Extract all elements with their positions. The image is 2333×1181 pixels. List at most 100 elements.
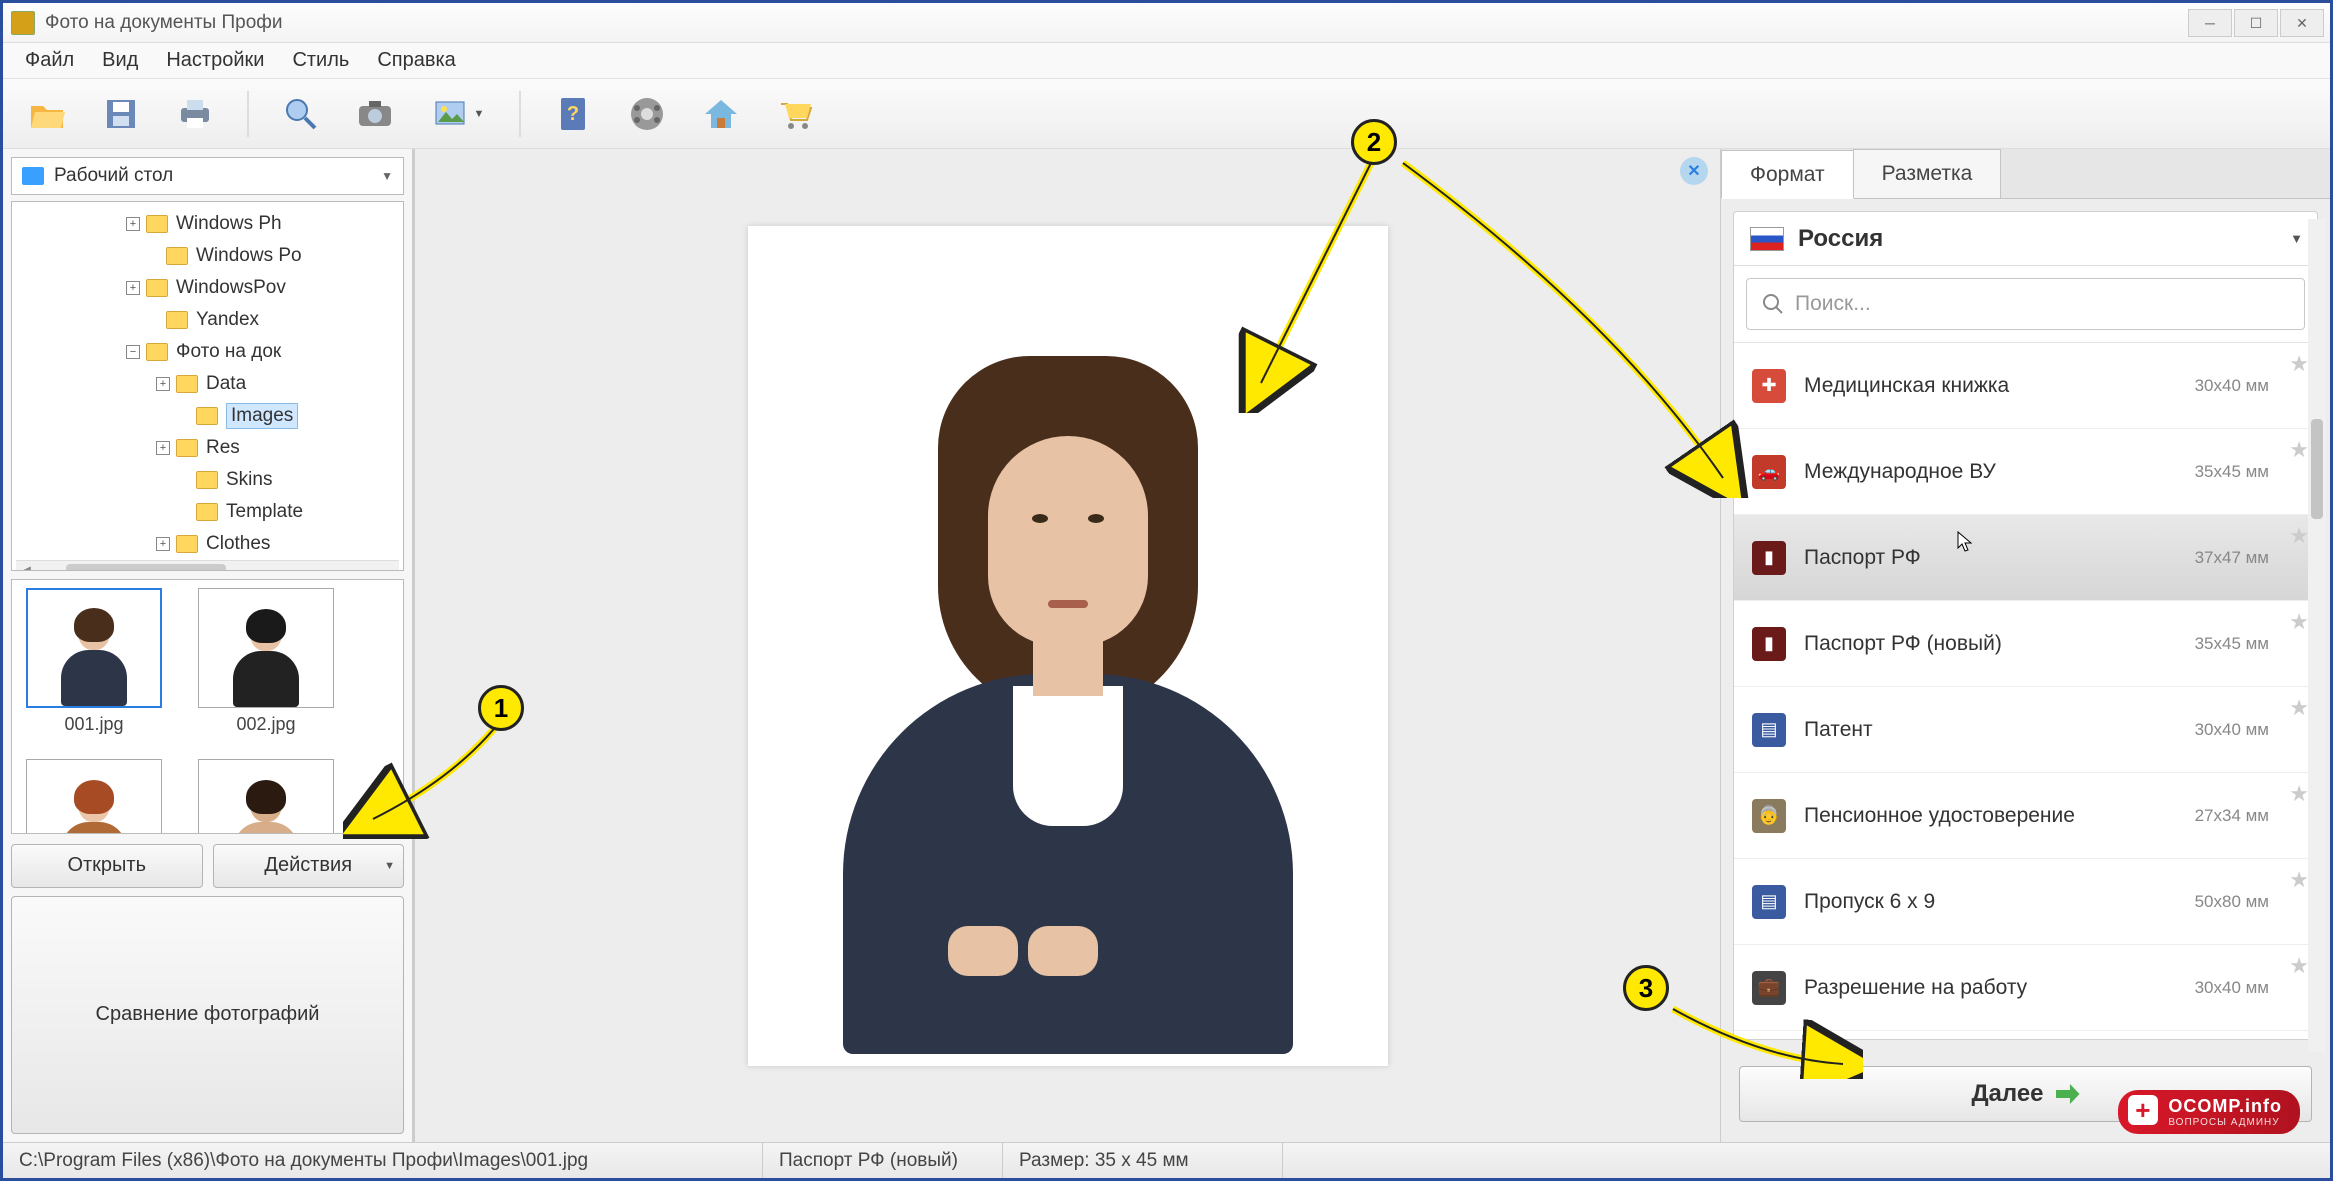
maximize-button[interactable]: ☐	[2234, 9, 2278, 37]
document-format-item[interactable]: 👵Пенсионное удостоверение27х34 мм★	[1734, 773, 2317, 859]
thumbnail-label: 002.jpg	[236, 714, 295, 734]
folder-tree[interactable]: +Windows PhWindows Po+WindowsPovYandex−Ф…	[11, 201, 404, 571]
thumbnail-item[interactable]: 6.jpg	[192, 759, 340, 834]
callout-2: 2	[1351, 119, 1397, 165]
favorite-star-icon[interactable]: ★	[2289, 351, 2309, 377]
tree-item-label: WindowsPov	[176, 277, 286, 299]
doc-name: Медицинская книжка	[1804, 374, 2009, 398]
toolbar-save-icon[interactable]	[95, 88, 147, 140]
watermark-sub: ВОПРОСЫ АДМИНУ	[2168, 1117, 2282, 1128]
callout-1: 1	[478, 685, 524, 731]
callout-2-arrow-right	[1393, 158, 1753, 498]
toolbar-cart-icon[interactable]	[769, 88, 821, 140]
tree-item-label: Clothes	[206, 533, 270, 555]
search-input[interactable]: Поиск...	[1746, 278, 2305, 330]
right-panel: Формат Разметка Россия Поиск... ✚Медицин…	[1720, 149, 2330, 1142]
tree-item[interactable]: Yandex	[16, 304, 399, 336]
document-format-list: ✚Медицинская книжка30х40 мм★🚗Международн…	[1734, 342, 2317, 1039]
favorite-star-icon[interactable]: ★	[2289, 867, 2309, 893]
doc-name: Паспорт РФ (новый)	[1804, 632, 2002, 656]
toolbar-camera-icon[interactable]	[349, 88, 401, 140]
status-size: Размер: 35 х 45 мм	[1003, 1143, 1283, 1178]
flag-russia-icon	[1750, 227, 1784, 251]
app-window: Фото на документы Профи ─ ☐ ✕ Файл Вид Н…	[0, 0, 2333, 1181]
tree-item[interactable]: +WindowsPov	[16, 272, 399, 304]
desktop-icon	[22, 167, 44, 185]
callout-1-arrow	[343, 709, 513, 839]
tree-item-label: Images	[226, 403, 298, 429]
favorite-star-icon[interactable]: ★	[2289, 523, 2309, 549]
menubar: Файл Вид Настройки Стиль Справка	[3, 43, 2330, 79]
document-format-item[interactable]: ▮Паспорт РФ (новый)35х45 мм★	[1734, 601, 2317, 687]
doc-name: Паспорт РФ	[1804, 546, 1921, 570]
tab-layout[interactable]: Разметка	[1853, 149, 2002, 198]
tree-item-label: Фото на док	[176, 341, 281, 363]
favorite-star-icon[interactable]: ★	[2289, 609, 2309, 635]
close-button[interactable]: ✕	[2280, 9, 2324, 37]
tree-item-label: Template	[226, 501, 303, 523]
toolbar-help-icon[interactable]: ?	[547, 88, 599, 140]
thumbnail-item[interactable]: 001.jpg	[20, 588, 168, 735]
minimize-button[interactable]: ─	[2188, 9, 2232, 37]
favorite-star-icon[interactable]: ★	[2289, 437, 2309, 463]
favorite-star-icon[interactable]: ★	[2289, 781, 2309, 807]
doc-type-icon: ▤	[1752, 885, 1786, 919]
favorite-star-icon[interactable]: ★	[2289, 695, 2309, 721]
cursor-icon	[1957, 531, 1973, 553]
doc-name: Пропуск 6 х 9	[1804, 890, 1935, 914]
thumbnail-item[interactable]: 003.jpg	[20, 759, 168, 834]
tree-item[interactable]: +Res	[16, 432, 399, 464]
tree-item[interactable]: +Clothes	[16, 528, 399, 560]
menu-help[interactable]: Справка	[377, 49, 455, 72]
document-format-item[interactable]: ▤Пропуск 6 х 950х80 мм★	[1734, 859, 2317, 945]
search-placeholder: Поиск...	[1795, 292, 1871, 316]
menu-file[interactable]: Файл	[25, 49, 74, 72]
toolbar-gallery-icon[interactable]: ▼	[423, 88, 493, 140]
thumbnail-item[interactable]: 002.jpg	[192, 588, 340, 735]
tree-item[interactable]: −Фото на док	[16, 336, 399, 368]
tree-item[interactable]: Skins	[16, 464, 399, 496]
right-scrollbar[interactable]	[2308, 219, 2326, 1052]
doc-size: 27х34 мм	[2195, 806, 2269, 826]
tree-item[interactable]: Template	[16, 496, 399, 528]
document-format-item[interactable]: ▮ Паспорт РФ 37х47 мм ★	[1734, 515, 2317, 601]
doc-size: 35х45 мм	[2195, 634, 2269, 654]
callout-3: 3	[1623, 965, 1669, 1011]
doc-size: 30х40 мм	[2195, 376, 2269, 396]
folder-icon	[176, 439, 198, 457]
tree-item[interactable]: Images	[16, 400, 399, 432]
folder-icon	[166, 311, 188, 329]
menu-settings[interactable]: Настройки	[166, 49, 264, 72]
country-dropdown[interactable]: Россия	[1734, 212, 2317, 266]
open-button[interactable]: Открыть	[11, 844, 203, 888]
document-format-item[interactable]: ✚Медицинская книжка30х40 мм★	[1734, 343, 2317, 429]
toolbar-zoom-icon[interactable]	[275, 88, 327, 140]
toolbar-home-icon[interactable]	[695, 88, 747, 140]
doc-name: Разрешение на работу	[1804, 976, 2027, 1000]
toolbar-video-icon[interactable]	[621, 88, 673, 140]
next-label: Далее	[1971, 1080, 2043, 1108]
doc-size: 35х45 мм	[2195, 462, 2269, 482]
favorite-star-icon[interactable]: ★	[2289, 953, 2309, 979]
toolbar-print-icon[interactable]	[169, 88, 221, 140]
location-dropdown[interactable]: Рабочий стол	[11, 157, 404, 195]
menu-view[interactable]: Вид	[102, 49, 138, 72]
compare-button[interactable]: Сравнение фотографий	[11, 896, 404, 1135]
doc-type-icon: ▮	[1752, 541, 1786, 575]
tree-item[interactable]: +Windows Ph	[16, 208, 399, 240]
tree-item-label: Skins	[226, 469, 272, 491]
actions-button[interactable]: Действия	[213, 844, 405, 888]
folder-icon	[196, 407, 218, 425]
tree-item[interactable]: +Data	[16, 368, 399, 400]
menu-style[interactable]: Стиль	[292, 49, 349, 72]
folder-icon	[146, 215, 168, 233]
arrow-right-icon	[2056, 1084, 2080, 1104]
document-format-item[interactable]: ▤Патент30х40 мм★	[1734, 687, 2317, 773]
doc-type-icon: 👵	[1752, 799, 1786, 833]
document-format-item[interactable]: 🚗Международное ВУ35х45 мм★	[1734, 429, 2317, 515]
tree-h-scrollbar[interactable]: ◂	[16, 560, 399, 571]
doc-size: 37х47 мм	[2195, 548, 2269, 568]
toolbar-open-icon[interactable]	[21, 88, 73, 140]
doc-size: 30х40 мм	[2195, 978, 2269, 998]
tree-item[interactable]: Windows Po	[16, 240, 399, 272]
